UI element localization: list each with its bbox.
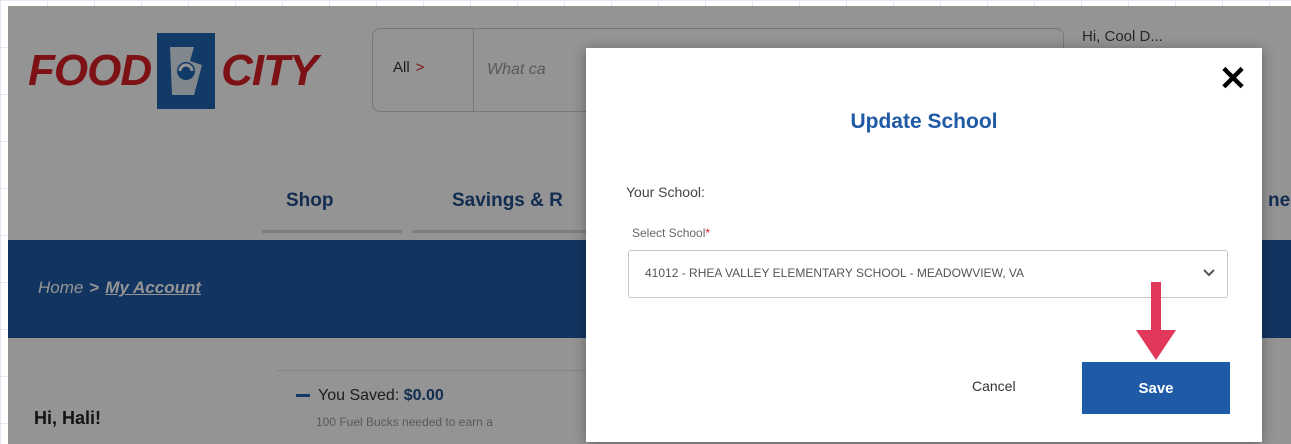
school-select-value: 41012 - RHEA VALLEY ELEMENTARY SCHOOL - …: [645, 266, 1025, 280]
arrow-down-icon: [1136, 282, 1176, 360]
save-button[interactable]: Save: [1082, 362, 1230, 414]
account-page: FOOD CITY All> Hi, Cool D... Shop Saving…: [8, 6, 1291, 444]
select-school-label: Select School*: [632, 226, 710, 240]
update-school-modal: ✕ Update School Your School: Select Scho…: [586, 48, 1262, 442]
modal-title: Update School: [850, 110, 998, 133]
your-school-heading: Your School:: [626, 184, 705, 200]
cancel-button[interactable]: Cancel: [972, 378, 1016, 394]
required-marker: *: [705, 226, 711, 240]
close-icon[interactable]: ✕: [1216, 62, 1250, 96]
chevron-down-icon: [1203, 269, 1215, 277]
select-school-label-text: Select School: [632, 226, 706, 240]
